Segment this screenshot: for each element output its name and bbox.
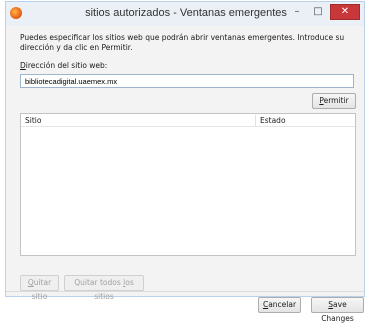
- close-button[interactable]: ✕: [330, 4, 360, 20]
- list-header: Sitio Estado: [21, 114, 355, 127]
- site-list[interactable]: Sitio Estado: [20, 113, 356, 256]
- permit-label: ermitir: [323, 96, 349, 105]
- column-header-site[interactable]: Sitio: [25, 116, 41, 125]
- save-label: ave Changes: [321, 300, 354, 323]
- url-label-text: irección del sitio web:: [25, 61, 108, 70]
- dialog-content: Puedes especificar los sitios web que po…: [6, 26, 364, 323]
- description-text: Puedes especificar los sitios web que po…: [20, 33, 345, 52]
- permit-button[interactable]: Permitir: [312, 93, 356, 109]
- url-field-label: Dirección del sitio web:: [20, 61, 107, 70]
- site-url-input[interactable]: [20, 74, 354, 88]
- title-bar: sitios autorizados - Ventanas emergentes…: [6, 2, 364, 26]
- maximize-button[interactable]: □: [308, 5, 328, 20]
- firefox-icon: [10, 7, 22, 19]
- save-changes-button[interactable]: Save Changes: [311, 297, 364, 323]
- cancel-button[interactable]: Cancelar: [258, 297, 301, 313]
- dialog-window: sitios autorizados - Ventanas emergentes…: [5, 1, 365, 323]
- cancel-label: ancelar: [268, 300, 297, 309]
- minimize-button[interactable]: –: [287, 5, 307, 20]
- remove-all-sites-button[interactable]: Quitar todos los sitios: [64, 275, 144, 301]
- window-title: sitios autorizados - Ventanas emergentes: [85, 7, 287, 19]
- column-header-status[interactable]: Estado: [260, 116, 286, 125]
- remove-site-button[interactable]: Quitar sitio: [20, 275, 59, 301]
- footer-separator: [6, 291, 364, 292]
- remove-all-label-a: Quitar todos: [74, 278, 124, 287]
- column-divider[interactable]: [255, 115, 256, 126]
